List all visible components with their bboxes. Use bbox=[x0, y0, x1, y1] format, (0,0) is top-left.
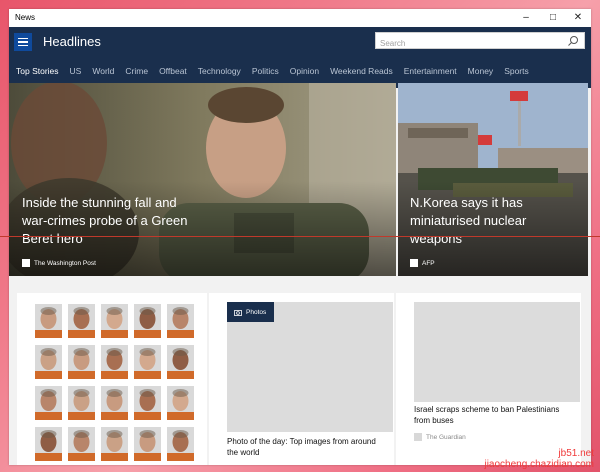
mugshot-photo bbox=[134, 345, 161, 379]
hero-story-right[interactable]: N.Korea says it has miniaturised nuclear… bbox=[398, 83, 588, 276]
nav-item-crime[interactable]: Crime bbox=[125, 63, 148, 79]
caption-line: Israel scraps scheme to ban Palestinians bbox=[414, 405, 560, 414]
nav-item-weekend-reads[interactable]: Weekend Reads bbox=[330, 63, 393, 79]
search-icon[interactable] bbox=[567, 35, 579, 47]
mugshot-photo bbox=[101, 386, 128, 420]
close-button[interactable]: ✕ bbox=[565, 9, 591, 27]
israel-story-headline[interactable]: Israel scraps scheme to ban Palestinians… bbox=[414, 404, 559, 426]
hero-right-headline-line: N.Korea says it has bbox=[410, 195, 523, 210]
maximize-button[interactable]: □ bbox=[540, 9, 566, 27]
watermark-line: jb51.net bbox=[558, 448, 594, 459]
mugshot-photo bbox=[35, 304, 62, 338]
mugshot-photo bbox=[167, 427, 194, 461]
caption-line: the world bbox=[227, 448, 260, 457]
mugshot-photo bbox=[101, 427, 128, 461]
nav-item-us[interactable]: US bbox=[70, 63, 82, 79]
mugshot-photo bbox=[167, 345, 194, 379]
hero-left-headline[interactable]: Inside the stunning fall and war-crimes … bbox=[22, 194, 187, 248]
mugshot-photo bbox=[101, 345, 128, 379]
mugshot-photo bbox=[68, 427, 95, 461]
hero-right-headline-line: weapons bbox=[410, 231, 463, 246]
mugshot-photo bbox=[35, 427, 62, 461]
mugshot-grid bbox=[35, 304, 200, 462]
hero-left-headline-line: war-crimes probe of a Green bbox=[22, 213, 188, 228]
source-name: The Guardian bbox=[426, 433, 466, 441]
app-header: Headlines Top Stories US World Crime Off… bbox=[9, 27, 591, 88]
israel-story-image bbox=[414, 302, 580, 402]
mugshot-photo bbox=[134, 304, 161, 338]
nav-item-entertainment[interactable]: Entertainment bbox=[404, 63, 457, 79]
page-title: Headlines bbox=[43, 34, 101, 49]
nav-item-world[interactable]: World bbox=[92, 63, 114, 79]
camera-icon bbox=[234, 309, 242, 316]
watermark: jb51.net jiaocheng.chazidian.com bbox=[484, 448, 594, 470]
nav-item-opinion[interactable]: Opinion bbox=[290, 63, 319, 79]
mugshot-photo bbox=[68, 345, 95, 379]
mugshot-photo bbox=[68, 304, 95, 338]
hero-left-source: The Washington Post bbox=[22, 259, 96, 267]
nav-item-politics[interactable]: Politics bbox=[252, 63, 279, 79]
mugshot-photo bbox=[167, 304, 194, 338]
israel-story-source: The Guardian bbox=[414, 433, 466, 441]
source-logo-icon bbox=[410, 259, 418, 267]
minimize-button[interactable]: – bbox=[513, 9, 539, 27]
nav-item-offbeat[interactable]: Offbeat bbox=[159, 63, 187, 79]
source-logo-icon bbox=[414, 433, 422, 441]
hamburger-menu-button[interactable] bbox=[14, 33, 32, 51]
source-logo-icon bbox=[22, 259, 30, 267]
search-box[interactable] bbox=[375, 32, 585, 51]
nav-item-money[interactable]: Money bbox=[468, 63, 494, 79]
hero-right-headline[interactable]: N.Korea says it has miniaturised nuclear… bbox=[410, 194, 526, 248]
hero-right-source: AFP bbox=[410, 259, 435, 267]
source-name: AFP bbox=[422, 259, 435, 267]
mugshot-photo bbox=[68, 386, 95, 420]
photos-badge-label: Photos bbox=[246, 308, 267, 316]
mugshot-photo bbox=[35, 386, 62, 420]
nav-item-technology[interactable]: Technology bbox=[198, 63, 241, 79]
caption-line: from buses bbox=[414, 416, 454, 425]
hero-left-headline-line: Inside the stunning fall and bbox=[22, 195, 177, 210]
mugshot-photo bbox=[101, 304, 128, 338]
caption-line: Photo of the day: Top images from around bbox=[227, 437, 376, 446]
mugshot-photo bbox=[134, 427, 161, 461]
photo-of-the-day-caption[interactable]: Photo of the day: Top images from around… bbox=[227, 436, 376, 458]
red-divider-line bbox=[0, 236, 600, 237]
mugshot-photo bbox=[134, 386, 161, 420]
source-name: The Washington Post bbox=[34, 259, 96, 267]
search-input[interactable] bbox=[376, 36, 564, 51]
hero-right-headline-line: miniaturised nuclear bbox=[410, 213, 527, 228]
nav-item-top-stories[interactable]: Top Stories bbox=[16, 63, 59, 79]
mugshot-photo bbox=[35, 345, 62, 379]
hero-left-headline-line: Beret hero bbox=[22, 231, 83, 246]
hero-story-left[interactable]: Inside the stunning fall and war-crimes … bbox=[9, 83, 396, 276]
watermark-line: jiaocheng.chazidian.com bbox=[484, 459, 594, 470]
nav-item-sports[interactable]: Sports bbox=[504, 63, 529, 79]
mugshot-photo bbox=[167, 386, 194, 420]
window-title: News bbox=[15, 13, 36, 22]
category-nav: Top Stories US World Crime Offbeat Techn… bbox=[9, 63, 591, 79]
title-bar: News – □ ✕ bbox=[9, 9, 591, 27]
news-app-window: News – □ ✕ Headlines Top Stories US Worl… bbox=[9, 9, 591, 465]
photos-badge: Photos bbox=[227, 302, 274, 322]
